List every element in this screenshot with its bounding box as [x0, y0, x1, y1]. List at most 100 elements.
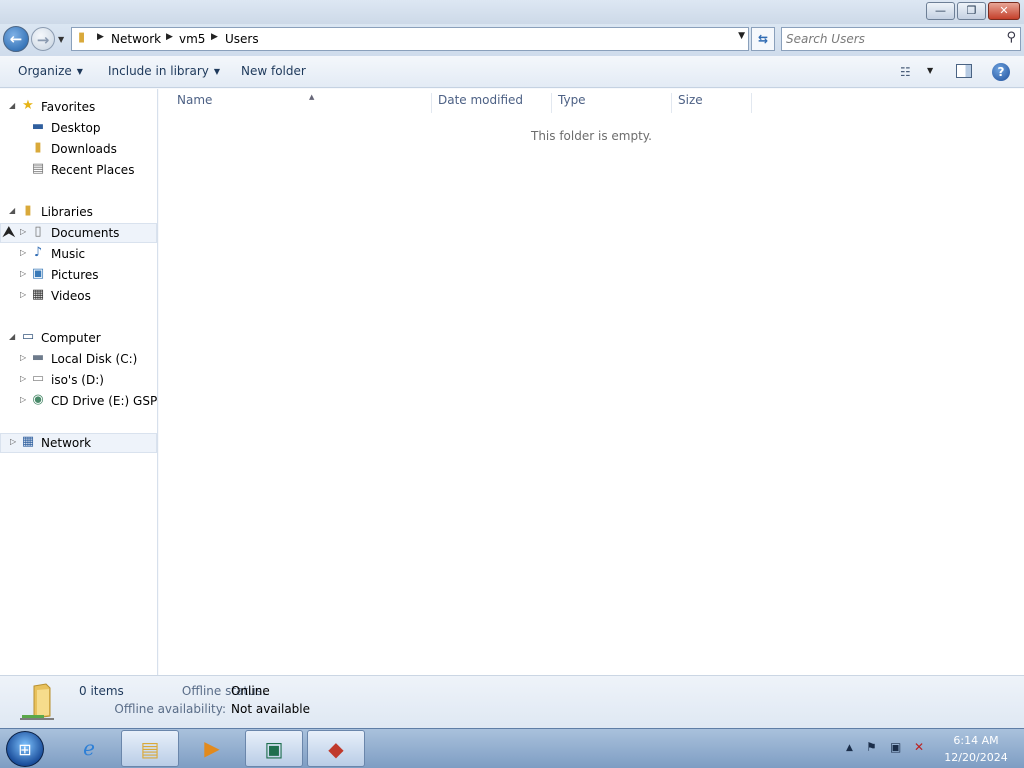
column-header-size[interactable]: Size [672, 93, 752, 113]
nav-item-label: Downloads [51, 142, 117, 156]
maximize-button[interactable]: ❐ [957, 2, 986, 20]
taskbar-filezilla[interactable]: ▣ [245, 730, 303, 767]
close-button[interactable]: ✕ [988, 2, 1020, 20]
breadcrumb-separator-icon[interactable]: ▶ [166, 32, 173, 42]
nav-computer[interactable]: ◢ ▭ Computer [0, 328, 157, 348]
nav-item-local-disk-c[interactable]: ▷ ▬ Local Disk (C:) [0, 349, 157, 369]
nav-item-downloads[interactable]: ▮ Downloads [0, 139, 157, 159]
collapsed-arrow-icon[interactable]: ▷ [20, 248, 26, 257]
volume-muted-icon[interactable]: ✕ [914, 740, 924, 754]
refresh-icon: ⇆ [757, 32, 769, 46]
breadcrumb-users[interactable]: Users [225, 32, 259, 46]
forward-button[interactable]: → [31, 27, 55, 51]
close-icon: ✕ [999, 4, 1009, 17]
nav-item-iso-d[interactable]: ▷ ▭ iso's (D:) [0, 370, 157, 390]
back-button[interactable]: ← [3, 26, 29, 52]
forward-arrow-icon: → [36, 31, 50, 49]
filezilla-icon: ▣ [264, 737, 284, 761]
action-center-flag-icon[interactable]: ⚑ [866, 740, 877, 754]
nav-item-label: Local Disk (C:) [51, 352, 138, 366]
nav-item-recent-places[interactable]: ▤ Recent Places [0, 160, 157, 180]
taskbar-media-player[interactable]: ▶ [183, 730, 241, 767]
computer-icon: ▭ [21, 329, 35, 344]
column-header-label: Date modified [438, 93, 524, 107]
start-button[interactable]: ⊞ [6, 731, 44, 767]
collapsed-arrow-icon[interactable]: ▷ [20, 353, 26, 362]
collapsed-arrow-icon[interactable]: ▷ [20, 395, 26, 404]
nav-item-videos[interactable]: ▷ ▦ Videos [0, 286, 157, 306]
breadcrumb-vm5[interactable]: vm5 [179, 32, 205, 46]
nav-item-cd-drive-e[interactable]: ▷ ◉ CD Drive (E:) GSP1RMCPRXFREO_EN_DVD [0, 391, 157, 411]
nav-item-desktop[interactable]: ▬ Desktop [0, 118, 157, 138]
nav-item-label: Desktop [51, 121, 101, 135]
chevron-down-icon: ▼ [213, 67, 221, 76]
nav-network[interactable]: ▷ ▦ Network [0, 433, 157, 453]
preview-pane-icon[interactable] [956, 64, 972, 78]
nav-item-label: Recent Places [51, 163, 135, 177]
details-pane: 0 items Offline status: Online Offline a… [0, 675, 1024, 728]
search-icon[interactable]: ⚲ [1006, 30, 1016, 45]
back-arrow-icon: ← [9, 30, 23, 48]
collapsed-arrow-icon[interactable]: ▷ [20, 269, 26, 278]
taskbar-internet-explorer[interactable]: ℯ [60, 730, 118, 767]
organize-button[interactable]: Organize ▼ [18, 64, 83, 78]
address-history-dropdown[interactable]: ▼ [738, 31, 745, 41]
expanded-arrow-icon[interactable]: ◢ [9, 206, 15, 215]
chevron-down-icon: ▼ [76, 67, 83, 76]
network-status-icon[interactable]: ▣ [890, 740, 901, 754]
column-header-name[interactable]: ▲ Name [171, 93, 432, 113]
taskbar-windows-explorer[interactable]: ▤ [121, 730, 179, 767]
expanded-arrow-icon[interactable]: ◢ [9, 332, 15, 341]
recent-places-icon: ▤ [31, 161, 45, 176]
collapsed-arrow-icon[interactable]: ▷ [10, 437, 16, 446]
nav-favorites[interactable]: ◢ ★ Favorites [0, 97, 157, 117]
libraries-folder-icon: ▮ [24, 203, 32, 218]
hard-disk-icon: ▬ [31, 350, 45, 365]
internet-explorer-icon: ℯ [83, 736, 95, 760]
include-in-library-button[interactable]: Include in library ▼ [108, 64, 220, 78]
nav-item-music[interactable]: ▷ ♪ Music [0, 244, 157, 264]
nav-item-documents[interactable]: ▷ ▯ Documents [0, 223, 157, 243]
windows-logo-icon: ⊞ [18, 740, 32, 759]
show-hidden-icons-icon[interactable]: ▲ [846, 743, 853, 753]
column-header-date-modified[interactable]: Date modified [432, 93, 552, 113]
recent-pages-dropdown[interactable]: ▼ [58, 30, 68, 50]
help-icon[interactable]: ? [992, 63, 1010, 81]
network-icon: ▦ [21, 434, 35, 449]
breadcrumb-separator-icon[interactable]: ▶ [211, 32, 218, 42]
collapsed-arrow-icon[interactable]: ▷ [20, 290, 26, 299]
search-box[interactable]: ⚲ [781, 27, 1021, 51]
breadcrumb-separator-icon[interactable]: ▶ [97, 32, 104, 42]
pictures-icon: ▣ [31, 266, 45, 281]
nav-libraries[interactable]: ◢ ▮ Libraries [0, 202, 157, 222]
empty-folder-message: This folder is empty. [531, 129, 652, 143]
search-input[interactable] [786, 31, 996, 47]
new-folder-button[interactable]: New folder [241, 64, 306, 78]
nav-item-pictures[interactable]: ▷ ▣ Pictures [0, 265, 157, 285]
refresh-button[interactable]: ⇆ [751, 27, 775, 51]
taskbar-clock[interactable]: 6:14 AM 12/20/2024 [938, 732, 1014, 766]
new-folder-label: New folder [241, 64, 306, 78]
change-view-icon[interactable]: ☷ [900, 65, 911, 79]
nav-item-label: Videos [51, 289, 91, 303]
collapsed-arrow-icon[interactable]: ▷ [20, 227, 26, 236]
column-header-label: Type [558, 93, 586, 107]
minimize-button[interactable]: — [926, 2, 955, 20]
nav-computer-label: Computer [41, 331, 101, 345]
file-list-pane: ▲ Name Date modified Type Size This fold… [159, 89, 1024, 675]
collapsed-arrow-icon[interactable]: ▷ [20, 374, 26, 383]
nav-item-label: Pictures [51, 268, 99, 282]
offline-availability-label: Offline availability: [114, 702, 226, 716]
view-options-dropdown[interactable]: ▼ [927, 66, 933, 75]
address-bar[interactable]: ▮ ▶ Network ▶ vm5 ▶ Users ▼ [71, 27, 749, 51]
column-header-type[interactable]: Type [552, 93, 672, 113]
column-header-label: Size [678, 93, 703, 107]
network-folder-icon: ▮ [78, 30, 86, 45]
minimize-icon: — [935, 4, 946, 17]
folder-icon: ▤ [140, 737, 160, 761]
expanded-arrow-icon[interactable]: ◢ [9, 101, 15, 110]
explorer-window: — ❐ ✕ ← → ▼ ▮ ▶ Network ▶ vm5 ▶ Users ▼ … [0, 0, 1024, 728]
breadcrumb-network[interactable]: Network [111, 32, 161, 46]
taskbar-remote-app[interactable]: ◆ [307, 730, 365, 767]
offline-status-value: Online [231, 684, 270, 698]
